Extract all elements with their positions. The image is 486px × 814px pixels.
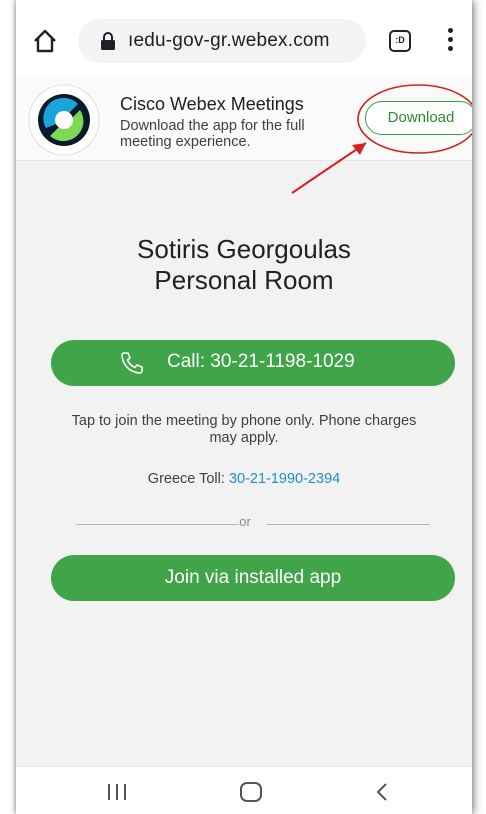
phone-icon — [119, 350, 145, 376]
join-app-button[interactable]: Join via installed app — [51, 555, 455, 601]
divider-left — [76, 524, 239, 525]
android-nav-bar — [16, 766, 472, 814]
lock-icon — [100, 31, 116, 51]
screenshot: ıedu-gov-gr.webex.com :D Cisco Webex Mee… — [0, 0, 486, 814]
app-name: Cisco Webex Meetings — [120, 94, 304, 114]
call-button[interactable]: Call: 30-21-1198-1029 — [51, 340, 455, 386]
browser-toolbar: ıedu-gov-gr.webex.com :D — [16, 0, 472, 77]
or-separator: or — [239, 514, 251, 529]
divider-right — [267, 524, 430, 525]
room-title: Sotiris Georgoulas Personal Room — [16, 234, 472, 296]
back-icon[interactable] — [374, 781, 390, 803]
phone-join-info: Tap to join the meeting by phone only. P… — [71, 413, 417, 446]
room-type: Personal Room — [154, 265, 334, 295]
recents-icon[interactable] — [106, 783, 128, 801]
url-text: ıedu-gov-gr.webex.com — [128, 30, 330, 51]
webex-logo — [28, 84, 100, 156]
host-name: Sotiris Georgoulas — [137, 234, 351, 264]
address-bar[interactable]: ıedu-gov-gr.webex.com — [78, 19, 366, 63]
toll-line: Greece Toll: 30-21-1990-2394 — [16, 471, 472, 487]
annotation-arrow — [291, 142, 367, 194]
call-label: Call: 30-21-1198-1029 — [167, 351, 355, 372]
toll-label: Greece Toll: — [147, 471, 229, 487]
nav-home-icon[interactable] — [239, 781, 263, 803]
home-icon[interactable] — [32, 28, 58, 54]
toll-number-link[interactable]: 30-21-1990-2394 — [229, 471, 340, 487]
phone-frame: ıedu-gov-gr.webex.com :D Cisco Webex Mee… — [16, 0, 472, 814]
more-vert-icon[interactable] — [448, 28, 456, 54]
tabs-icon[interactable]: :D — [389, 30, 411, 52]
